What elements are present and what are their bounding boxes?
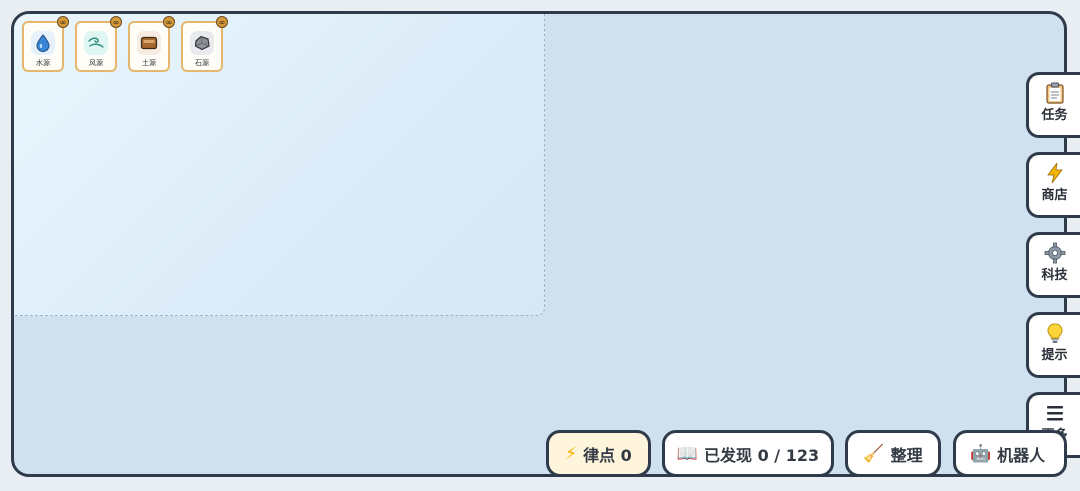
infinity-badge: ∞ <box>110 16 122 28</box>
clipboard-icon <box>1029 82 1080 106</box>
side-button-label: 任务 <box>1041 108 1068 123</box>
infinity-badge: ∞ <box>57 16 69 28</box>
side-button-hint[interactable]: 提示 <box>1026 312 1080 378</box>
source-label: 石源 <box>195 59 209 67</box>
discovered-button[interactable]: 📖 已发现 0 / 123 <box>662 430 834 477</box>
robot-icon: 🤖 <box>970 443 992 464</box>
source-label: 水源 <box>36 59 50 67</box>
source-card-wind[interactable]: 风源 ∞ <box>75 16 122 72</box>
lightbulb-icon <box>1029 322 1080 346</box>
side-button-label: 提示 <box>1041 348 1068 363</box>
points-label: 律点 0 <box>583 445 632 465</box>
source-card-soil[interactable]: 土源 ∞ <box>128 16 175 72</box>
robot-label: 机器人 <box>997 445 1046 465</box>
soil-icon <box>137 31 161 55</box>
side-button-label: 商店 <box>1041 188 1068 203</box>
menu-icon <box>1029 402 1080 426</box>
source-card-water[interactable]: 水源 ∞ <box>22 16 69 72</box>
discovered-label: 已发现 0 / 123 <box>704 445 820 465</box>
source-label: 风源 <box>89 59 103 67</box>
stone-icon <box>190 31 214 55</box>
lightning-icon: ⚡ <box>565 443 578 464</box>
book-icon: 📖 <box>676 443 699 464</box>
game-board: 水源 ∞ 风源 ∞ 土源 ∞ 石源 ∞ <box>11 11 1067 477</box>
infinity-badge: ∞ <box>163 16 175 28</box>
robot-button[interactable]: 🤖 机器人 <box>953 430 1067 477</box>
side-button-shop[interactable]: 商店 <box>1026 152 1080 218</box>
source-card-stone[interactable]: 石源 ∞ <box>181 16 228 72</box>
lightning-icon <box>1029 162 1080 186</box>
infinity-badge: ∞ <box>216 16 228 28</box>
tidy-button[interactable]: 🧹 整理 <box>845 430 941 477</box>
side-button-tech[interactable]: 科技 <box>1026 232 1080 298</box>
side-button-label: 科技 <box>1041 268 1068 283</box>
wind-icon <box>84 31 108 55</box>
broom-icon: 🧹 <box>863 443 885 464</box>
tidy-label: 整理 <box>890 445 923 465</box>
water-drop-icon <box>31 31 55 55</box>
side-button-tasks[interactable]: 任务 <box>1026 72 1080 138</box>
points-button[interactable]: ⚡ 律点 0 <box>546 430 651 477</box>
source-label: 土源 <box>142 59 156 67</box>
gear-icon <box>1029 242 1080 266</box>
element-zone: 水源 ∞ 风源 ∞ 土源 ∞ 石源 ∞ <box>14 14 545 316</box>
